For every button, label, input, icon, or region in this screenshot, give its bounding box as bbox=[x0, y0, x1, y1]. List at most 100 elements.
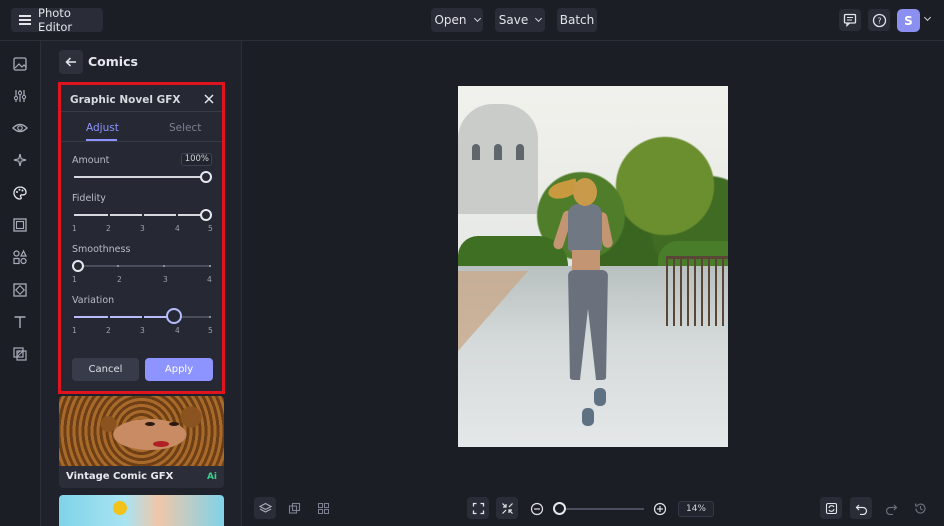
history-icon bbox=[914, 502, 926, 514]
svg-text:?: ? bbox=[877, 16, 881, 25]
sliders-icon[interactable] bbox=[12, 88, 28, 104]
grid-button[interactable] bbox=[312, 497, 334, 519]
tick-label: 1 bbox=[72, 326, 77, 335]
effect-title: Graphic Novel GFX bbox=[70, 94, 181, 106]
undo-button[interactable] bbox=[850, 497, 872, 519]
save-label: Save bbox=[498, 13, 529, 27]
tick-label: 2 bbox=[106, 224, 111, 233]
back-button[interactable] bbox=[59, 50, 83, 74]
tick-label: 5 bbox=[208, 224, 213, 233]
slider-tick bbox=[142, 316, 144, 318]
layers-icon bbox=[258, 502, 272, 513]
actual-size-button[interactable] bbox=[496, 497, 518, 519]
duplicate-button[interactable] bbox=[283, 497, 305, 519]
tick-label: 3 bbox=[140, 326, 145, 335]
preset-name: Vintage Comic GFX bbox=[66, 471, 174, 482]
smoothness-label: Smoothness bbox=[72, 244, 131, 255]
batch-label: Batch bbox=[559, 13, 595, 27]
zoom-out-icon[interactable] bbox=[530, 502, 544, 516]
preset-card-vintage-comic[interactable]: Vintage Comic GFX Ai bbox=[59, 396, 224, 488]
frame-icon[interactable] bbox=[12, 217, 28, 233]
smoothness-slider-thumb[interactable] bbox=[72, 260, 84, 272]
slider-tick bbox=[108, 316, 110, 318]
preset-label: Vintage Comic GFX Ai bbox=[59, 466, 224, 488]
slider-tick bbox=[108, 214, 110, 216]
help-button[interactable]: ? bbox=[868, 9, 890, 31]
zoom-value[interactable]: 14% bbox=[678, 501, 714, 517]
cancel-button[interactable]: Cancel bbox=[72, 358, 139, 381]
slider-tick bbox=[142, 214, 144, 216]
eye-icon[interactable] bbox=[12, 120, 28, 136]
tab-adjust[interactable]: Adjust bbox=[86, 122, 119, 134]
preset-card-pop[interactable] bbox=[59, 495, 224, 526]
batch-button[interactable]: Batch bbox=[557, 8, 597, 32]
arrow-left-icon bbox=[65, 57, 76, 67]
bottom-toolbar: 14% bbox=[242, 492, 944, 526]
palette-icon[interactable] bbox=[12, 185, 28, 201]
text-icon[interactable] bbox=[12, 314, 28, 330]
tab-select[interactable]: Select bbox=[169, 122, 201, 134]
image-icon[interactable] bbox=[12, 56, 28, 72]
magic-icon[interactable] bbox=[12, 152, 28, 168]
apply-button[interactable]: Apply bbox=[145, 358, 213, 381]
grid-icon bbox=[317, 502, 329, 514]
tick-label: 1 bbox=[72, 275, 77, 284]
texture-icon[interactable] bbox=[12, 282, 28, 298]
amount-value-input[interactable]: 100% bbox=[181, 153, 212, 166]
replace-image-button[interactable] bbox=[820, 497, 842, 519]
variation-slider-thumb[interactable] bbox=[166, 308, 182, 324]
undo-icon bbox=[855, 504, 867, 515]
replace-icon bbox=[825, 502, 837, 514]
slider-tick bbox=[209, 265, 211, 267]
zoom-in-icon[interactable] bbox=[653, 502, 667, 516]
open-button[interactable]: Open bbox=[431, 8, 483, 32]
comment-button[interactable] bbox=[839, 9, 861, 31]
zoom-slider-track[interactable] bbox=[558, 508, 644, 510]
amount-slider-track[interactable] bbox=[74, 176, 206, 178]
duplicate-icon bbox=[288, 502, 300, 514]
panel-title: Comics bbox=[88, 54, 138, 69]
variation-slider-filled[interactable] bbox=[74, 316, 175, 318]
slider-tick bbox=[117, 265, 119, 267]
help-icon: ? bbox=[872, 13, 886, 27]
tick-label: 2 bbox=[117, 275, 122, 284]
fidelity-slider-thumb[interactable] bbox=[200, 209, 212, 221]
slider-tick bbox=[163, 265, 165, 267]
amount-slider-thumb[interactable] bbox=[200, 171, 212, 183]
chevron-down-icon[interactable] bbox=[923, 13, 932, 22]
history-button[interactable] bbox=[909, 497, 931, 519]
app-menu-button[interactable]: Photo Editor bbox=[11, 6, 103, 34]
graphic-novel-settings: Graphic Novel GFX Adjust Select Amount 1… bbox=[58, 82, 225, 394]
open-label: Open bbox=[434, 13, 467, 27]
shapes-icon[interactable] bbox=[12, 249, 28, 265]
layers-button[interactable] bbox=[254, 497, 276, 519]
divider bbox=[61, 111, 222, 112]
overlay-icon[interactable] bbox=[12, 346, 28, 362]
fit-screen-button[interactable] bbox=[467, 497, 489, 519]
fit-screen-icon bbox=[472, 502, 484, 514]
tick-label: 5 bbox=[208, 326, 213, 335]
tick-label: 4 bbox=[175, 326, 180, 335]
preset-thumbnail bbox=[59, 495, 224, 526]
close-icon[interactable] bbox=[204, 94, 214, 104]
avatar[interactable]: S bbox=[897, 9, 920, 32]
photo-canvas[interactable] bbox=[458, 86, 728, 447]
comment-icon bbox=[843, 13, 857, 27]
fidelity-slider-track[interactable] bbox=[74, 214, 206, 216]
redo-button[interactable] bbox=[880, 497, 902, 519]
ai-badge: Ai bbox=[206, 472, 217, 482]
redo-icon bbox=[885, 504, 897, 515]
zoom-slider-thumb[interactable] bbox=[553, 502, 566, 515]
divider bbox=[61, 141, 222, 142]
tool-rail bbox=[0, 41, 41, 526]
save-button[interactable]: Save bbox=[495, 8, 545, 32]
smoothness-slider-track[interactable] bbox=[74, 265, 210, 267]
tick-label: 4 bbox=[175, 224, 180, 233]
slider-tick bbox=[176, 214, 178, 216]
tick-label: 1 bbox=[72, 224, 77, 233]
effects-panel: Comics Graphic Novel GFX Adjust Select A… bbox=[41, 41, 242, 526]
slider-tick bbox=[209, 316, 211, 318]
tick-label: 4 bbox=[207, 275, 212, 284]
app-title: Photo Editor bbox=[38, 6, 73, 34]
amount-label: Amount bbox=[72, 155, 110, 166]
